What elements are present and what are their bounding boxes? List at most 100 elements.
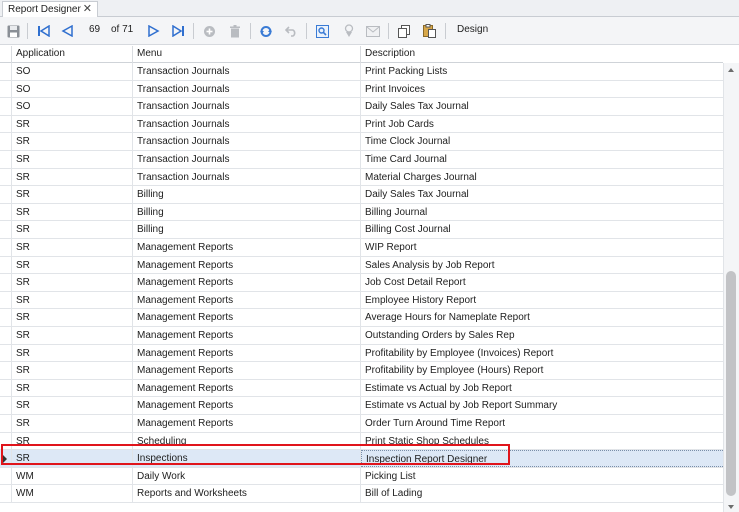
cell-menu[interactable]: Transaction Journals: [133, 115, 361, 133]
table-row[interactable]: SR Management Reports Estimate vs Actual b…: [0, 397, 723, 415]
copy-icon[interactable]: [395, 21, 413, 41]
table-row[interactable]: SR Management Reports Order Turn Around Ti…: [0, 415, 723, 433]
cell-application[interactable]: SR: [12, 186, 133, 204]
scroll-up-arrow-icon[interactable]: [728, 68, 734, 72]
row-indicator[interactable]: [0, 327, 12, 344]
table-row[interactable]: SR Management Reports Average Hours for Na…: [0, 309, 723, 327]
cell-application[interactable]: SR: [12, 432, 133, 450]
table-row[interactable]: SR Billing Billing Journal: [0, 203, 723, 222]
cell-description[interactable]: Employee History Report: [361, 292, 723, 309]
cell-application[interactable]: SR: [12, 151, 133, 168]
table-row[interactable]: SR Billing Billing Cost Journal: [0, 221, 723, 239]
cell-application[interactable]: SR: [12, 203, 133, 221]
table-row[interactable]: WM Reports and Worksheets Bill of Lading: [0, 485, 723, 503]
cell-application[interactable]: SR: [12, 344, 133, 362]
table-row[interactable]: SR Management Reports Profitability by Emp…: [0, 362, 723, 380]
table-row[interactable]: SR Management Reports Employee History Rep…: [0, 291, 723, 310]
filter-icon[interactable]: [340, 21, 358, 41]
email-icon[interactable]: [364, 21, 382, 41]
cell-description[interactable]: Average Hours for Nameplate Report: [361, 309, 723, 326]
cell-menu[interactable]: Management Reports: [133, 256, 361, 274]
cell-menu[interactable]: Inspections: [133, 450, 361, 468]
add-icon[interactable]: [200, 21, 218, 41]
row-indicator[interactable]: [0, 186, 12, 204]
tab-report-designer[interactable]: Report Designer ✕: [2, 1, 98, 17]
row-indicator[interactable]: [0, 291, 12, 309]
cell-menu[interactable]: Billing: [133, 203, 361, 221]
cell-menu[interactable]: Transaction Journals: [133, 98, 361, 116]
table-row[interactable]: SR Transaction Journals Material Charges J…: [0, 168, 723, 187]
cell-menu[interactable]: Billing: [133, 186, 361, 204]
row-indicator[interactable]: [0, 63, 12, 80]
cell-description[interactable]: Estimate vs Actual by Job Report Summary: [361, 397, 723, 414]
cell-description[interactable]: Time Clock Journal: [361, 133, 723, 150]
cell-description[interactable]: Inspection Report Designer: [361, 450, 723, 468]
cell-menu[interactable]: Management Reports: [133, 291, 361, 309]
table-row[interactable]: SO Transaction Journals Daily Sales Tax Jo…: [0, 98, 723, 116]
cell-description[interactable]: Material Charges Journal: [361, 169, 723, 186]
row-indicator[interactable]: [0, 98, 12, 116]
cell-menu[interactable]: Management Reports: [133, 239, 361, 256]
table-row[interactable]: SR Management Reports Job Cost Detail Repo…: [0, 274, 723, 292]
row-indicator[interactable]: [0, 239, 12, 256]
cell-application[interactable]: SR: [12, 327, 133, 344]
cell-menu[interactable]: Management Reports: [133, 309, 361, 327]
scroll-down-arrow-icon[interactable]: [728, 505, 734, 509]
row-indicator[interactable]: [0, 362, 12, 380]
cell-description[interactable]: Billing Cost Journal: [361, 221, 723, 238]
cell-description[interactable]: Order Turn Around Time Report: [361, 415, 723, 432]
close-icon[interactable]: ✕: [83, 2, 92, 17]
next-record-icon[interactable]: [145, 21, 163, 41]
cell-description[interactable]: WIP Report: [361, 239, 723, 256]
row-indicator[interactable]: [0, 397, 12, 415]
cell-application[interactable]: SO: [12, 63, 133, 80]
cell-menu[interactable]: Transaction Journals: [133, 151, 361, 168]
row-indicator[interactable]: [0, 379, 12, 397]
cell-application[interactable]: SR: [12, 168, 133, 186]
cell-menu[interactable]: Management Reports: [133, 397, 361, 415]
cell-description[interactable]: Estimate vs Actual by Job Report: [361, 380, 723, 397]
row-indicator[interactable]: [0, 256, 12, 274]
row-indicator[interactable]: [0, 344, 12, 362]
cell-description[interactable]: Print Job Cards: [361, 116, 723, 133]
cell-description[interactable]: Profitability by Employee (Invoices) Rep…: [361, 345, 723, 362]
row-indicator[interactable]: [0, 80, 12, 98]
row-indicator[interactable]: [0, 274, 12, 292]
table-row[interactable]: SR Management Reports Outstanding Orders b…: [0, 327, 723, 345]
row-indicator[interactable]: [0, 203, 12, 221]
cell-application[interactable]: SR: [12, 415, 133, 432]
preview-icon[interactable]: [313, 21, 331, 41]
cell-menu[interactable]: Management Reports: [133, 362, 361, 380]
cell-menu[interactable]: Daily Work: [133, 467, 361, 485]
table-row[interactable]: SR Management Reports Sales Analysis by Jo…: [0, 256, 723, 275]
table-row[interactable]: SO Transaction Journals Print Invoices: [0, 80, 723, 99]
cell-description[interactable]: Daily Sales Tax Journal: [361, 98, 723, 115]
cell-application[interactable]: WM: [12, 467, 133, 485]
cell-description[interactable]: Sales Analysis by Job Report: [361, 257, 723, 274]
cell-menu[interactable]: Reports and Worksheets: [133, 485, 361, 503]
cell-application[interactable]: SR: [12, 291, 133, 309]
prev-record-icon[interactable]: [58, 21, 76, 41]
record-number[interactable]: 69: [89, 24, 100, 35]
table-row[interactable]: SR Transaction Journals Print Job Cards: [0, 115, 723, 134]
cell-description[interactable]: Profitability by Employee (Hours) Report: [361, 362, 723, 379]
table-row[interactable]: SR Management Reports WIP Report: [0, 239, 723, 257]
cell-description[interactable]: Print Packing Lists: [361, 63, 723, 80]
scrollbar-thumb[interactable]: [726, 271, 736, 496]
cell-application[interactable]: SR: [12, 450, 133, 468]
cell-application[interactable]: WM: [12, 485, 133, 503]
table-row[interactable]: WM Daily Work Picking List: [0, 467, 723, 486]
cell-application[interactable]: SR: [12, 239, 133, 256]
cell-description[interactable]: Job Cost Detail Report: [361, 274, 723, 291]
design-button[interactable]: Design: [457, 24, 488, 35]
column-header-description[interactable]: Description: [361, 46, 723, 63]
cell-description[interactable]: Billing Journal: [361, 204, 723, 221]
cell-menu[interactable]: Transaction Journals: [133, 80, 361, 98]
table-row[interactable]: SR Transaction Journals Time Clock Journal: [0, 133, 723, 151]
row-indicator[interactable]: [0, 309, 12, 327]
table-row[interactable]: SO Transaction Journals Print Packing List…: [0, 63, 723, 81]
cell-application[interactable]: SO: [12, 98, 133, 116]
cell-application[interactable]: SR: [12, 309, 133, 327]
cell-description[interactable]: Bill of Lading: [361, 485, 723, 502]
table-row[interactable]: SR Inspections Inspection Report Designer: [0, 450, 723, 468]
